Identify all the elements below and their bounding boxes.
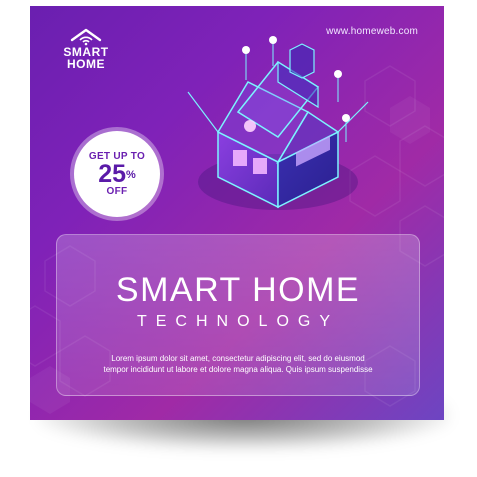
badge-amount: 25 xyxy=(98,160,127,188)
body-line2: tempor incididunt ut labore et dolore ma… xyxy=(103,365,373,374)
body-text: Lorem ipsum dolor sit amet, consectetur … xyxy=(75,353,401,375)
badge-line3: OFF xyxy=(106,186,128,197)
badge-percent: % xyxy=(126,169,136,181)
smart-house-illustration xyxy=(187,36,369,210)
logo-line2: HOME xyxy=(67,57,105,71)
body-line1: Lorem ipsum dolor sit amet, consectetur … xyxy=(111,354,365,363)
headline-panel: SMART HOME TECHNOLOGY Lorem ipsum dolor … xyxy=(56,234,420,396)
promo-card: SMART HOME www.homeweb.com GET UP TO 25%… xyxy=(30,6,444,420)
headline-title: SMART HOME xyxy=(115,271,361,309)
badge-amount-wrap: 25% xyxy=(74,160,160,188)
house-logo-icon xyxy=(70,28,102,46)
brand-logo: SMART HOME xyxy=(56,28,116,80)
discount-badge: GET UP TO 25% OFF xyxy=(74,131,160,217)
headline-subtitle: TECHNOLOGY xyxy=(136,313,339,330)
stage: SMART HOME www.homeweb.com GET UP TO 25%… xyxy=(0,0,477,477)
